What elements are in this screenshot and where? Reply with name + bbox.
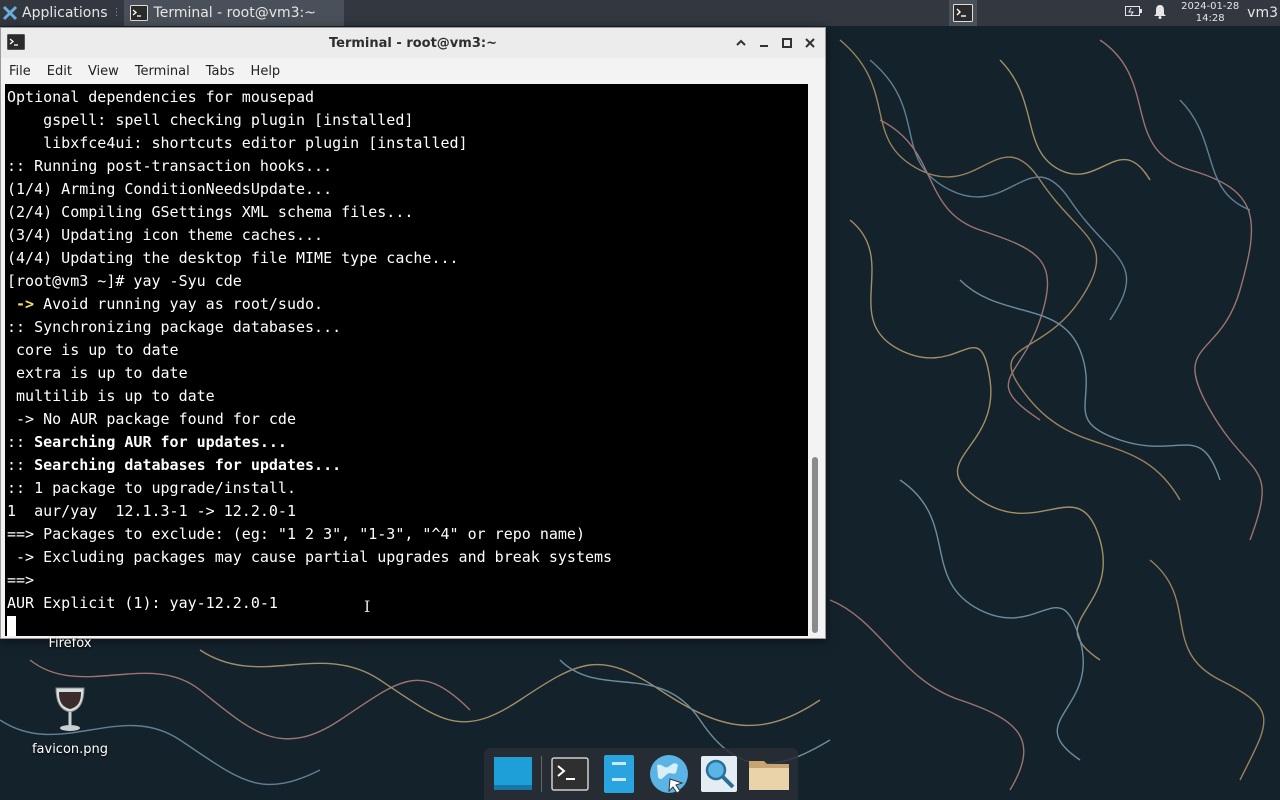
terminal-icon	[550, 757, 589, 791]
top-panel: Applications ⋮ Terminal - root@vm3:~ 202…	[0, 0, 1280, 26]
warning-arrow: ->	[7, 295, 44, 313]
terminal-icon	[953, 4, 973, 22]
bold-text: Searching databases for updates...	[34, 456, 342, 474]
terminal-line: :: Synchronizing package databases...	[7, 318, 342, 336]
terminal-line: 1 aur/yay 12.1.3-1 -> 12.2.0-1	[7, 502, 296, 520]
terminal-window: Terminal - root@vm3:~ File Edit View Ter…	[0, 27, 826, 639]
bold-text: Searching AUR for updates...	[34, 433, 287, 451]
taskbar-button-terminal[interactable]: Terminal - root@vm3:~	[123, 0, 344, 26]
maximize-icon	[781, 38, 792, 48]
terminal-line: -> No AUR package found for cde	[7, 410, 296, 428]
dock-terminal[interactable]	[548, 752, 592, 796]
terminal-output[interactable]: Optional dependencies for mousepad gspel…	[5, 84, 808, 636]
menu-tabs[interactable]: Tabs	[202, 64, 243, 79]
shade-button[interactable]	[729, 31, 752, 55]
battery-icon[interactable]	[1125, 5, 1143, 21]
menu-file[interactable]: File	[5, 64, 39, 79]
terminal-line: ==> Packages to exclude: (eg: "1 2 3", "…	[7, 525, 585, 543]
desktop-icon-firefox-label[interactable]: Firefox	[30, 636, 110, 651]
globe-icon	[650, 755, 689, 794]
terminal-launcher-button[interactable]	[949, 0, 977, 26]
applications-label: Applications	[22, 5, 108, 21]
search-icon	[701, 756, 738, 792]
text-cursor	[7, 616, 16, 636]
terminal-icon[interactable]	[7, 34, 25, 50]
clock-time: 14:28	[1195, 13, 1225, 24]
menu-help[interactable]: Help	[247, 64, 289, 79]
clock[interactable]: 2024-01-28 14:28	[1179, 1, 1241, 25]
terminal-text: Optional dependencies for mousepad gspel…	[5, 84, 808, 636]
terminal-line: AUR Explicit (1): yay-12.2.0-1	[7, 594, 278, 612]
terminal-line: Optional dependencies for mousepad	[7, 88, 315, 106]
dock-web-browser[interactable]	[647, 752, 691, 796]
terminal-line: multilib is up to date	[7, 387, 215, 405]
window-titlebar[interactable]: Terminal - root@vm3:~	[1, 28, 825, 58]
terminal-line: libxfce4ui: shortcuts editor plugin [ins…	[7, 134, 468, 152]
menu-view[interactable]: View	[84, 64, 127, 79]
dock-app-finder[interactable]	[697, 752, 741, 796]
applications-menu-button[interactable]: Applications ⋮	[0, 0, 124, 26]
dock-show-desktop[interactable]	[491, 752, 535, 796]
menu-terminal[interactable]: Terminal	[131, 64, 198, 79]
line-prefix: ::	[7, 433, 35, 451]
notification-bell-icon[interactable]	[1153, 4, 1167, 23]
line-prefix: ::	[7, 456, 35, 474]
warning-text: Avoid running yay as root/sudo.	[43, 295, 324, 313]
scrollbar-thumb[interactable]	[812, 457, 818, 633]
terminal-line: :: Searching databases for updates...	[7, 456, 341, 474]
taskbar-label: Terminal - root@vm3:~	[153, 5, 316, 21]
window-controls	[729, 28, 821, 58]
terminal-line: (3/4) Updating icon theme caches...	[7, 226, 324, 244]
terminal-line: ==>	[7, 571, 44, 589]
menu-edit[interactable]: Edit	[43, 64, 80, 79]
file-manager-icon	[604, 755, 635, 793]
terminal-line: extra is up to date	[7, 364, 188, 382]
dock-separator	[540, 756, 542, 792]
clock-date: 2024-01-28	[1181, 1, 1240, 12]
terminal-line: [root@vm3 ~]# yay -Syu cde	[7, 272, 242, 290]
terminal-line: (4/4) Updating the desktop file MIME typ…	[7, 249, 459, 267]
wine-glass-icon[interactable]	[48, 684, 92, 734]
minimize-icon	[759, 45, 768, 47]
dock-home-folder[interactable]	[747, 752, 791, 796]
terminal-icon	[129, 5, 148, 21]
desktop-icon-favicon-label[interactable]: favicon.png	[24, 742, 116, 757]
mouse-ibeam-cursor: I	[364, 597, 371, 616]
terminal-line: :: Running post-transaction hooks...	[7, 157, 333, 175]
terminal-line: (2/4) Compiling GSettings XML schema fil…	[7, 203, 414, 221]
terminal-line: gspell: spell checking plugin [installed…	[7, 111, 414, 129]
xfce-logo-icon	[2, 5, 18, 21]
terminal-line: core is up to date	[7, 341, 179, 359]
terminal-line: -> Avoid running yay as root/sudo.	[7, 295, 323, 313]
dock-file-manager[interactable]	[597, 752, 641, 796]
minimize-button[interactable]	[752, 31, 775, 55]
close-icon	[804, 38, 815, 48]
panel-tray: 2024-01-28 14:28 vm3	[1125, 0, 1280, 26]
folder-icon	[748, 761, 789, 790]
panel-separator: ⋮	[111, 7, 122, 18]
terminal-line: :: 1 package to upgrade/install.	[7, 479, 296, 497]
close-button[interactable]	[798, 31, 821, 55]
show-desktop-icon	[493, 757, 532, 790]
window-title: Terminal - root@vm3:~	[329, 35, 497, 51]
maximize-button[interactable]	[775, 31, 798, 55]
dock	[484, 748, 798, 800]
chevron-up-icon	[735, 39, 746, 46]
terminal-line: -> Excluding packages may cause partial …	[7, 548, 613, 566]
user-menu[interactable]: vm3	[1247, 5, 1278, 21]
terminal-scrollbar[interactable]	[808, 84, 822, 636]
terminal-line: (1/4) Arming ConditionNeedsUpdate...	[7, 180, 333, 198]
terminal-line: :: Searching AUR for updates...	[7, 433, 287, 451]
menubar: File Edit View Terminal Tabs Help	[1, 58, 825, 84]
